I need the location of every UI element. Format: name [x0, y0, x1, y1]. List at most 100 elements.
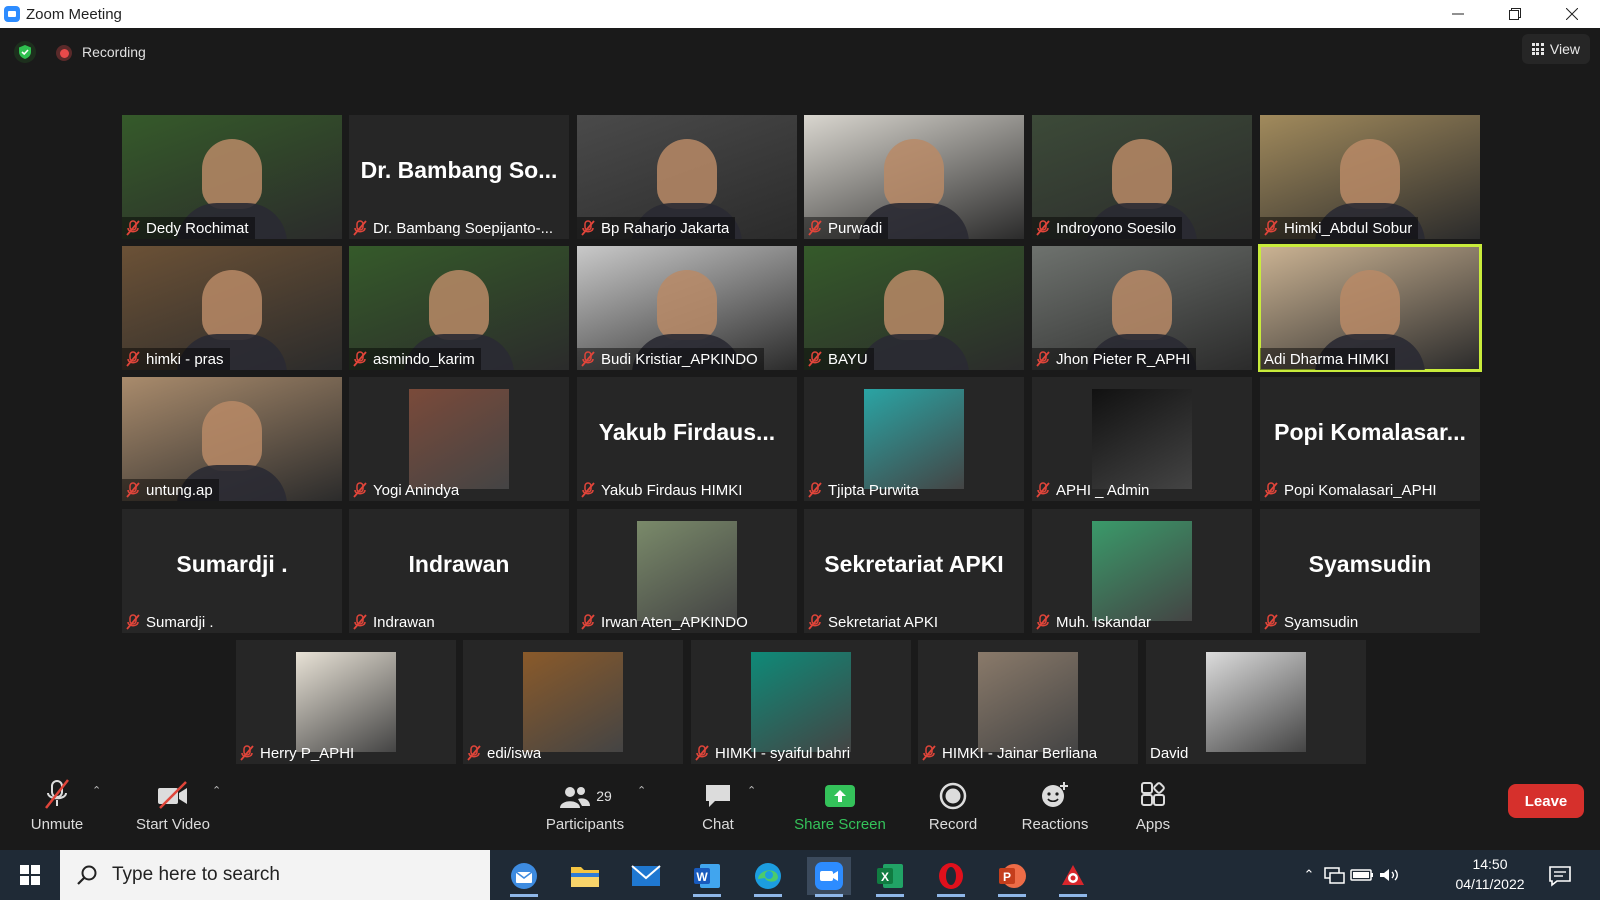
- speaker-volume-icon[interactable]: [1376, 865, 1402, 885]
- participant-tile[interactable]: HIMKI - Jainar Berliana: [918, 640, 1138, 764]
- participant-name-bar: HIMKI - syaiful bahri: [691, 742, 856, 764]
- participants-button[interactable]: 29 Participants: [542, 776, 628, 840]
- file-explorer-taskbar-icon[interactable]: [563, 857, 607, 895]
- participant-tile[interactable]: Jhon Pieter R_APHI: [1032, 246, 1252, 370]
- battery-icon[interactable]: [1348, 865, 1376, 885]
- participant-name: APHI _ Admin: [1056, 481, 1150, 499]
- edge-taskbar-icon[interactable]: [746, 857, 790, 897]
- participant-tile[interactable]: Indroyono Soesilo: [1032, 115, 1252, 239]
- participant-tile[interactable]: asmindo_karim: [349, 246, 569, 370]
- participant-display-name-large: Dr. Bambang So...: [360, 157, 558, 183]
- gallery-grid-icon: [1531, 43, 1544, 55]
- clock-date: 04/11/2022: [1455, 876, 1525, 892]
- encryption-shield-icon[interactable]: [14, 41, 36, 63]
- participant-tile[interactable]: Dedy Rochimat: [122, 115, 342, 239]
- participant-name: Herry P_APHI: [260, 744, 355, 762]
- participant-tile[interactable]: Purwadi: [804, 115, 1024, 239]
- participant-tile[interactable]: Sumardji . Sumardji .: [122, 509, 342, 633]
- mail-taskbar-icon[interactable]: [624, 857, 668, 895]
- participant-video-feed: [657, 270, 717, 340]
- participant-video-feed: [1340, 139, 1400, 209]
- record-button[interactable]: Record: [918, 776, 988, 840]
- muted-microphone-icon: [45, 779, 69, 809]
- taskbar-clock[interactable]: 14:50 04/11/2022: [1440, 854, 1540, 894]
- participant-tile[interactable]: Herry P_APHI: [236, 640, 456, 764]
- participant-tile[interactable]: Himki_Abdul Sobur: [1260, 115, 1480, 239]
- video-gallery: Dedy Rochimat Dr. Bambang So... Dr. Bamban…: [0, 78, 1600, 768]
- system-tray: ⌃: [1296, 850, 1402, 900]
- participant-tile[interactable]: Tjipta Purwita: [804, 377, 1024, 501]
- word-taskbar-icon[interactable]: W: [685, 857, 729, 897]
- participant-video-feed: [884, 270, 944, 340]
- apps-button[interactable]: Apps: [1128, 776, 1178, 840]
- video-options-caret-icon[interactable]: ⌃: [212, 784, 221, 797]
- thunderbird-taskbar-icon[interactable]: [502, 857, 546, 897]
- chat-options-caret-icon[interactable]: ⌃: [747, 784, 756, 797]
- participant-tile[interactable]: BAYU: [804, 246, 1024, 370]
- window-controls: [1429, 0, 1600, 28]
- participant-tile[interactable]: Budi Kristiar_APKINDO: [577, 246, 797, 370]
- audio-options-caret-icon[interactable]: ⌃: [92, 784, 101, 797]
- muted-mic-icon: [126, 351, 140, 367]
- participant-video-body: [859, 334, 969, 370]
- participant-profile-picture: [1206, 652, 1306, 752]
- participant-name-bar: Irwan Aten_APKINDO: [577, 611, 754, 633]
- participant-tile[interactable]: Popi Komalasar... Popi Komalasari_APHI: [1260, 377, 1480, 501]
- zoom-taskbar-icon[interactable]: [807, 857, 851, 897]
- share-screen-button[interactable]: Share Screen: [790, 776, 890, 840]
- record-icon: [939, 782, 967, 810]
- participant-tile[interactable]: HIMKI - syaiful bahri: [691, 640, 911, 764]
- participant-tile[interactable]: Muh. Iskandar: [1032, 509, 1252, 633]
- leave-button[interactable]: Leave: [1508, 784, 1584, 818]
- participant-tile[interactable]: Dr. Bambang So... Dr. Bambang Soepijanto-…: [349, 115, 569, 239]
- start-video-button[interactable]: Start Video: [130, 776, 216, 840]
- unmute-button[interactable]: Unmute: [26, 776, 88, 840]
- participant-tile[interactable]: APHI _ Admin: [1032, 377, 1252, 501]
- recording-label[interactable]: Recording: [82, 44, 146, 60]
- participant-name-bar: Indroyono Soesilo: [1032, 217, 1183, 239]
- participant-tile[interactable]: edi/iswa: [463, 640, 683, 764]
- record-label: Record: [928, 816, 978, 833]
- restore-button[interactable]: [1486, 0, 1543, 28]
- participant-tile[interactable]: Bp Raharjo Jakarta: [577, 115, 797, 239]
- pdf-tool-taskbar-icon[interactable]: [1051, 857, 1095, 897]
- muted-mic-icon: [581, 351, 595, 367]
- participant-profile-picture: [1092, 389, 1192, 489]
- network-icon[interactable]: [1322, 865, 1348, 885]
- powerpoint-taskbar-icon[interactable]: P: [990, 857, 1034, 897]
- participant-video-feed: [202, 401, 262, 471]
- participant-name: Muh. Iskandar: [1056, 613, 1152, 631]
- participant-tile[interactable]: himki - pras: [122, 246, 342, 370]
- participant-video-feed: [202, 270, 262, 340]
- notifications-icon[interactable]: [1538, 857, 1582, 895]
- participant-tile[interactable]: Syamsudin Syamsudin: [1260, 509, 1480, 633]
- reactions-label: Reactions: [1021, 816, 1089, 833]
- participant-name: untung.ap: [146, 481, 213, 499]
- participant-profile-picture: [637, 521, 737, 621]
- taskbar-search-box[interactable]: Type here to search: [60, 850, 490, 900]
- windows-start-button[interactable]: [0, 850, 60, 900]
- minimize-button[interactable]: [1429, 0, 1486, 28]
- participant-tile[interactable]: untung.ap: [122, 377, 342, 501]
- participant-tile[interactable]: Yakub Firdaus... Yakub Firdaus HIMKI: [577, 377, 797, 501]
- opera-taskbar-icon[interactable]: [929, 857, 973, 897]
- participant-tile[interactable]: Indrawan Indrawan: [349, 509, 569, 633]
- excel-taskbar-icon[interactable]: X: [868, 857, 912, 897]
- participant-tile[interactable]: Yogi Anindya: [349, 377, 569, 501]
- participant-profile-picture: [296, 652, 396, 752]
- participants-options-caret-icon[interactable]: ⌃: [637, 784, 646, 797]
- participant-tile[interactable]: Sekretariat APKI Sekretariat APKI: [804, 509, 1024, 633]
- participant-tile[interactable]: David: [1146, 640, 1366, 764]
- participant-name: Budi Kristiar_APKINDO: [601, 350, 758, 368]
- reactions-button[interactable]: Reactions: [1012, 776, 1098, 840]
- participant-tile[interactable]: Adi Dharma HIMKI: [1258, 244, 1482, 372]
- participant-tile[interactable]: Irwan Aten_APKINDO: [577, 509, 797, 633]
- tray-overflow-chevron-icon[interactable]: ⌃: [1296, 867, 1322, 883]
- close-window-button[interactable]: [1543, 0, 1600, 28]
- participant-name-bar: Yogi Anindya: [349, 479, 465, 501]
- chat-button[interactable]: Chat: [690, 776, 746, 840]
- muted-mic-icon: [581, 614, 595, 630]
- start-video-label: Start Video: [136, 816, 210, 833]
- view-button[interactable]: View: [1521, 34, 1590, 64]
- participant-name-bar: Himki_Abdul Sobur: [1260, 217, 1419, 239]
